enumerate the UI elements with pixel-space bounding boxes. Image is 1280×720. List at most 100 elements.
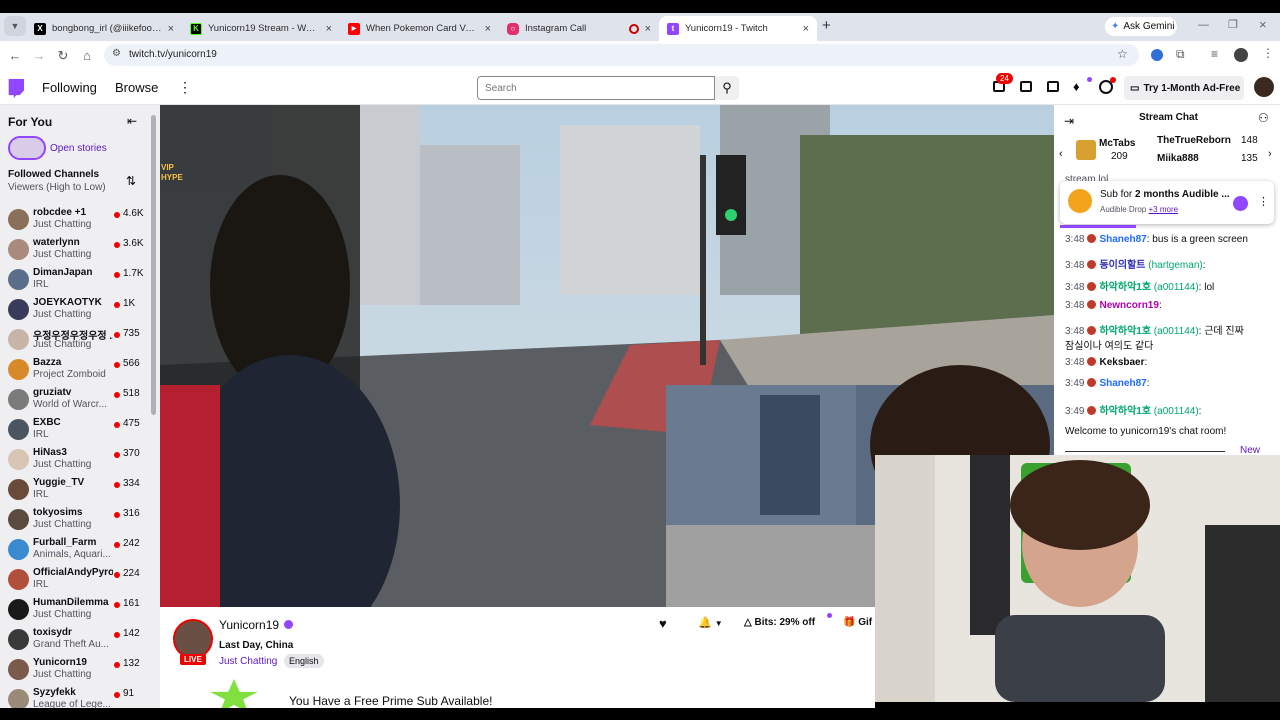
sidebar-channel[interactable]: tokyosims Just Chatting 316 bbox=[0, 505, 160, 535]
sidebar-channel[interactable]: Syzyfekk League of Lege... 91 bbox=[0, 685, 160, 708]
gift-sub-button[interactable]: 🎁 Gif bbox=[843, 617, 872, 628]
open-stories-link[interactable]: Open stories bbox=[50, 143, 107, 154]
reload-icon[interactable]: ↻ bbox=[53, 46, 73, 66]
chat-username[interactable]: 동이의할트 bbox=[1099, 260, 1145, 271]
sidebar-channel[interactable]: Bazza Project Zomboid 566 bbox=[0, 355, 160, 385]
close-tab-icon[interactable]: × bbox=[326, 23, 332, 35]
drop-card[interactable]: Sub for 2 months Audible ... Audible Dro… bbox=[1060, 181, 1274, 224]
user-avatar[interactable] bbox=[1254, 77, 1274, 97]
minimize-window-icon[interactable]: — bbox=[1198, 19, 1209, 31]
url-bar[interactable]: ⚙ twitch.tv/yunicorn19 ☆ bbox=[104, 44, 1139, 66]
sidebar-channel[interactable]: 우정우정우정우정 ... Just Chatting 735 bbox=[0, 325, 160, 355]
notification-bell-button[interactable]: 🔔 ▼ bbox=[698, 616, 723, 629]
chat-username[interactable]: Shaneh87 bbox=[1099, 234, 1146, 245]
channel-viewers: 4.6K bbox=[123, 208, 144, 219]
sidebar-channel[interactable]: EXBC IRL 475 bbox=[0, 415, 160, 445]
channel-category: IRL bbox=[33, 429, 49, 440]
channel-name: Syzyfekk bbox=[33, 687, 76, 698]
search-input[interactable] bbox=[477, 76, 715, 100]
drop-more-link[interactable]: +3 more bbox=[1148, 205, 1178, 214]
twitch-logo-icon[interactable] bbox=[8, 79, 24, 98]
chat-badge-icon bbox=[1087, 406, 1097, 415]
channel-name: DimanJapan bbox=[33, 267, 93, 278]
browse-link[interactable]: Browse bbox=[115, 80, 158, 95]
ask-gemini-button[interactable]: ✦ Ask Gemini bbox=[1105, 17, 1177, 36]
close-window-icon[interactable]: × bbox=[1259, 17, 1267, 32]
browser-tab-5[interactable]: t Yunicorn19 - Twitch × bbox=[659, 16, 817, 41]
gift-icon: 🎁 bbox=[843, 617, 856, 628]
whispers-icon[interactable] bbox=[1020, 81, 1032, 92]
collapse-sidebar-icon[interactable]: ⇤ bbox=[127, 114, 137, 128]
extension-icon[interactable] bbox=[1151, 49, 1163, 61]
drop-more-menu-icon[interactable]: ⋮ bbox=[1258, 195, 1269, 208]
chat-username[interactable]: Keksbaer bbox=[1099, 357, 1144, 368]
streamer-name[interactable]: Yunicorn19 bbox=[219, 618, 279, 632]
sidebar-scrollbar[interactable] bbox=[151, 115, 156, 415]
bits-crown-icon[interactable]: ♦ bbox=[1073, 79, 1080, 94]
collapse-chat-icon[interactable]: ⇥ bbox=[1064, 114, 1074, 128]
kick-icon: K bbox=[190, 22, 202, 35]
streamer-avatar[interactable] bbox=[173, 619, 213, 659]
chat-username[interactable]: Newncorn19 bbox=[1099, 300, 1158, 311]
sidebar-channel[interactable]: JOEYKAOTYK Just Chatting 1K bbox=[0, 295, 160, 325]
media-control-icon[interactable]: ≡ bbox=[1211, 47, 1218, 61]
bookmark-star-icon[interactable]: ☆ bbox=[1117, 47, 1128, 61]
chat-username[interactable]: Shaneh87 bbox=[1099, 378, 1146, 389]
following-link[interactable]: Following bbox=[42, 80, 97, 95]
sidebar-channel[interactable]: HiNas3 Just Chatting 370 bbox=[0, 445, 160, 475]
close-tab-icon[interactable]: × bbox=[803, 23, 809, 35]
drop-subtitle: Audible Drop +3 more bbox=[1100, 205, 1178, 214]
bits-discount-button[interactable]: △ Bits: 29% off bbox=[744, 617, 815, 628]
drop-star-icon[interactable] bbox=[1233, 196, 1248, 211]
ad-free-button[interactable]: ▭ Try 1-Month Ad-Free bbox=[1124, 76, 1244, 100]
restore-window-icon[interactable]: ❐ bbox=[1228, 18, 1238, 31]
channel-category: World of Warcr... bbox=[33, 399, 107, 410]
more-menu-icon[interactable]: ⋮ bbox=[178, 79, 192, 96]
chat-username[interactable]: 하악하악1호 bbox=[1099, 326, 1151, 337]
language-tag[interactable]: English bbox=[284, 654, 324, 668]
sidebar-channel[interactable]: DimanJapan IRL 1.7K bbox=[0, 265, 160, 295]
sort-icon[interactable]: ⇅ bbox=[126, 174, 136, 188]
category-link[interactable]: Just Chatting bbox=[219, 656, 277, 667]
home-icon[interactable]: ⌂ bbox=[77, 46, 97, 66]
extensions-puzzle-icon[interactable]: ⧉ bbox=[1176, 47, 1185, 62]
browser-menu-icon[interactable]: ⋮ bbox=[1262, 46, 1274, 60]
new-tab-button[interactable]: + bbox=[822, 17, 831, 34]
chat-bubble-icon[interactable] bbox=[1047, 81, 1059, 92]
sidebar-channel[interactable]: Yunicorn19 Just Chatting 132 bbox=[0, 655, 160, 685]
sidebar-channel[interactable]: toxisydr Grand Theft Au... 142 bbox=[0, 625, 160, 655]
chat-username[interactable]: 하악하악1호 bbox=[1099, 282, 1151, 293]
channel-avatar bbox=[8, 359, 29, 380]
search-button[interactable]: ⚲ bbox=[715, 76, 739, 100]
leaderboard-score-3: 135 bbox=[1241, 153, 1258, 164]
browser-tab-1[interactable]: X bongbong_irl (@iiikefoodmany × bbox=[26, 16, 182, 41]
channel-avatar bbox=[8, 419, 29, 440]
leaderboard-next-icon[interactable]: › bbox=[1268, 148, 1272, 160]
back-icon[interactable]: ← bbox=[5, 46, 25, 66]
sidebar-channel[interactable]: Furball_Farm Animals, Aquari... 242 bbox=[0, 535, 160, 565]
sidebar-channel[interactable]: OfficialAndyPyro IRL 224 bbox=[0, 565, 160, 595]
browser-tab-3[interactable]: ▶ When Pokemon Card Vendors × bbox=[340, 16, 499, 41]
browser-tab-4[interactable]: ○ Instagram Call × bbox=[499, 16, 659, 41]
prime-sub-banner[interactable]: You Have a Free Prime Sub Available! bbox=[289, 694, 492, 708]
sidebar-channel[interactable]: robcdee +1 Just Chatting 4.6K bbox=[0, 205, 160, 235]
leaderboard-prev-icon[interactable]: ‹ bbox=[1059, 148, 1063, 160]
sidebar-channel[interactable]: HumanDilemma Just Chatting 161 bbox=[0, 595, 160, 625]
site-info-icon[interactable]: ⚙ bbox=[112, 48, 121, 59]
close-tab-icon[interactable]: × bbox=[168, 23, 174, 35]
follow-heart-icon[interactable]: ♥ bbox=[659, 616, 667, 631]
profile-avatar[interactable] bbox=[1234, 48, 1248, 62]
browser-tab-2[interactable]: K Yunicorn19 Stream - Watch Liv × bbox=[182, 16, 340, 41]
close-tab-icon[interactable]: × bbox=[485, 23, 491, 35]
sidebar-channel[interactable]: waterlynn Just Chatting 3.6K bbox=[0, 235, 160, 265]
sidebar-channel[interactable]: gruziatv World of Warcr... 518 bbox=[0, 385, 160, 415]
chat-username[interactable]: 하악하악1호 bbox=[1099, 406, 1151, 417]
chat-users-icon[interactable]: ⚇ bbox=[1258, 111, 1269, 125]
channel-avatar bbox=[8, 569, 29, 590]
channel-name: waterlynn bbox=[33, 237, 80, 248]
stories-avatar[interactable] bbox=[8, 136, 46, 160]
forward-icon[interactable]: → bbox=[29, 46, 49, 66]
tab-list-chevron-icon[interactable]: ▼ bbox=[4, 16, 26, 36]
close-tab-icon[interactable]: × bbox=[645, 23, 651, 35]
sidebar-channel[interactable]: Yuggie_TV IRL 334 bbox=[0, 475, 160, 505]
